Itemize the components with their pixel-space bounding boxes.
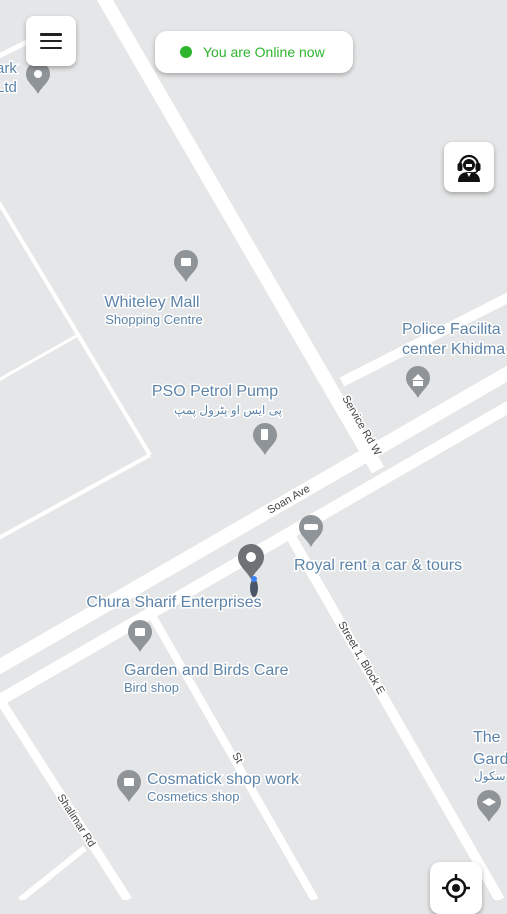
- place-label-pso-urdu: پی ایس او پٹرول پمپ: [174, 403, 282, 417]
- place-label-police: center Khidma: [402, 341, 505, 358]
- place-category-garden-birds: Bird shop: [124, 680, 179, 695]
- place-label-garden-birds: Garden and Birds Care: [124, 662, 289, 679]
- place-label-school: The: [473, 729, 501, 746]
- hamburger-menu-icon: [40, 33, 62, 49]
- map-view[interactable]: Soan Ave Service Rd W Street 1, Block E …: [0, 0, 507, 900]
- place-category-whiteley-mall: Shopping Centre: [105, 312, 203, 327]
- place-category-cosmatick: Cosmetics shop: [147, 789, 239, 804]
- online-status-pill: You are Online now: [155, 31, 353, 73]
- support-button[interactable]: [444, 142, 494, 192]
- place-label-partial: ark: [0, 60, 17, 77]
- place-label-royal-rent: Royal rent a car & tours: [294, 557, 462, 574]
- menu-button[interactable]: [26, 16, 76, 66]
- my-location-crosshair-icon: [442, 874, 470, 902]
- my-location-button[interactable]: [430, 862, 482, 914]
- place-label-police: Police Facilita: [402, 321, 501, 338]
- place-label-whiteley-mall: Whiteley Mall: [104, 294, 199, 311]
- place-label-cosmatick: Cosmatick shop work: [147, 771, 300, 788]
- place-label-partial: Ltd: [0, 79, 17, 96]
- place-label-school-urdu: ن سکول: [474, 769, 507, 783]
- online-status-dot: [180, 46, 192, 58]
- place-label-chura-sharif: Chura Sharif Enterprises: [86, 594, 261, 611]
- support-agent-icon: [457, 154, 481, 182]
- online-status-text: You are Online now: [203, 44, 325, 60]
- place-label-pso-pump: PSO Petrol Pump: [152, 383, 278, 400]
- place-label-school: Gard: [473, 751, 507, 768]
